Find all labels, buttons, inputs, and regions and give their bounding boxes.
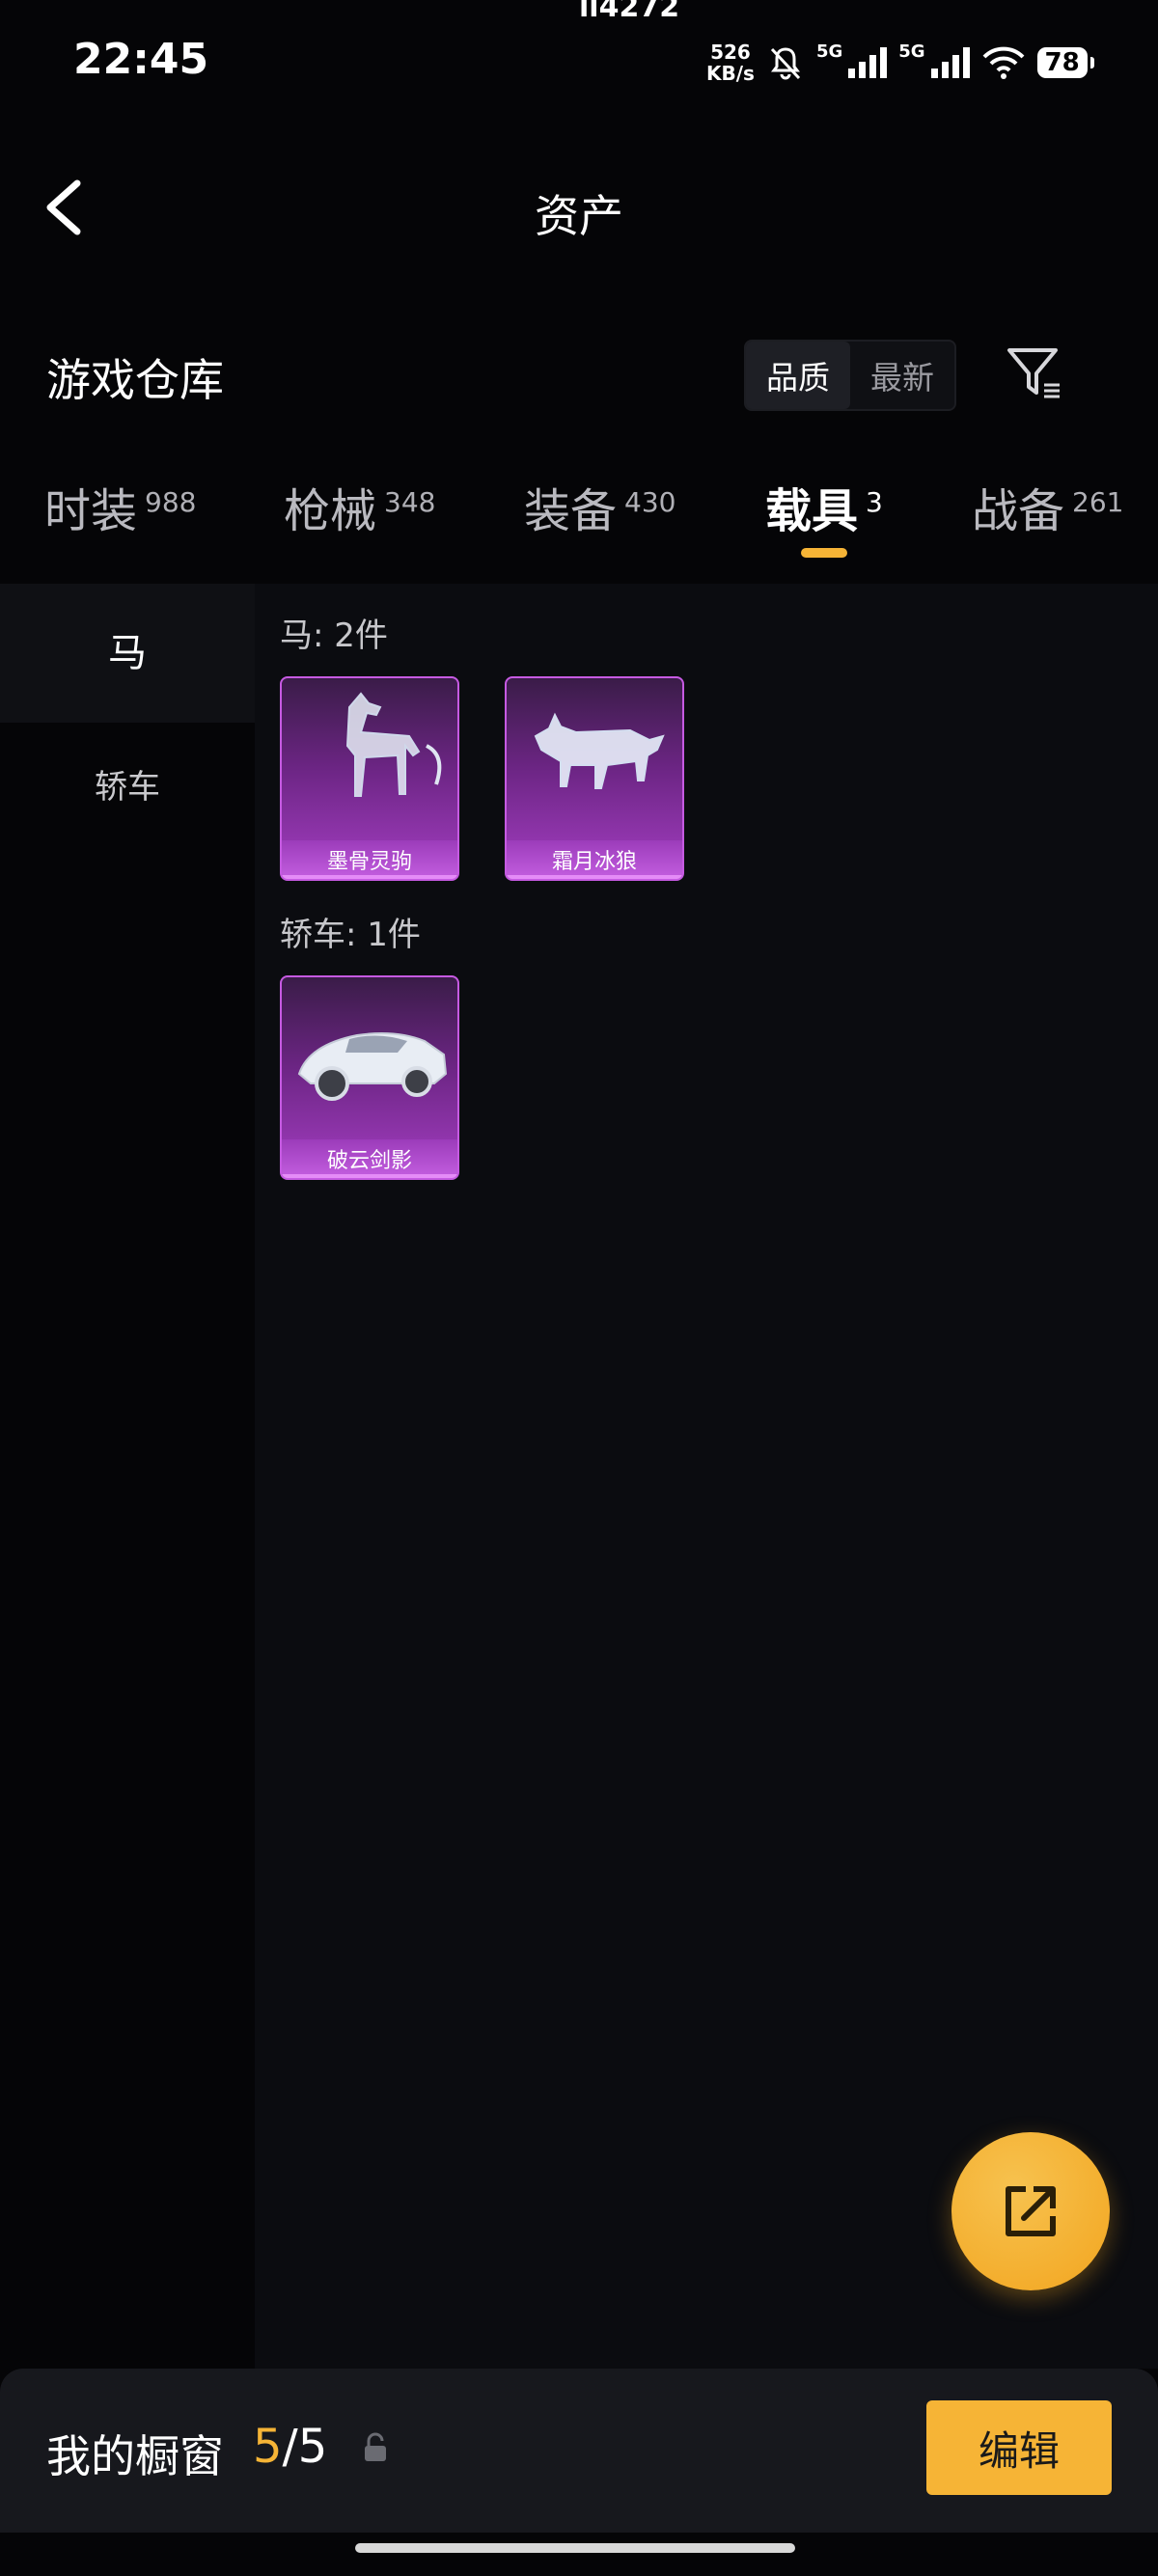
- item-grid: 马: 2件 墨骨灵驹 霜月冰狼 轿车: 1件 破云剑影: [255, 584, 1158, 2369]
- showcase-count: 5/5: [253, 2420, 327, 2474]
- sidebar-item-car[interactable]: 轿车: [0, 723, 255, 852]
- car-art: [297, 1032, 448, 1101]
- edit-button[interactable]: 编辑: [926, 2400, 1112, 2495]
- section-label-car: 轿车: 1件: [280, 916, 421, 954]
- filter-icon: [1007, 348, 1060, 398]
- network-label-2: 5G: [898, 41, 925, 62]
- tab-battle-gear[interactable]: 战备 261: [972, 473, 1123, 540]
- home-indicator: [355, 2543, 795, 2553]
- warehouse-title: 游戏仓库: [46, 354, 224, 406]
- tab-label: 战备: [972, 484, 1065, 538]
- speed-value: 526: [710, 41, 751, 64]
- item-card[interactable]: 破云剑影: [280, 975, 459, 1180]
- tab-guns[interactable]: 枪械 348: [284, 473, 435, 540]
- tab-label: 枪械: [284, 484, 377, 538]
- showcase-label: 我的橱窗: [46, 2430, 224, 2482]
- signal-icon-1: [848, 47, 888, 78]
- status-icons: 526 KB/s 5G 5G 78: [706, 39, 1094, 87]
- wolf-art: [534, 712, 665, 789]
- subcategory-sidebar: 马 轿车: [0, 584, 255, 2369]
- bell-muted-icon: [770, 47, 801, 80]
- status-carrier-text: ll4272: [579, 0, 680, 24]
- network-speed: 526 KB/s: [706, 41, 755, 84]
- category-tabs: 时装 988 枪械 348 装备 430 载具 3 战备 261: [0, 473, 1158, 560]
- sidebar-item-horse[interactable]: 马: [0, 584, 255, 723]
- item-card[interactable]: 霜月冰狼: [505, 676, 684, 881]
- sort-toggle: 品质 最新: [744, 340, 956, 411]
- tab-count: 430: [624, 486, 676, 518]
- tab-label: 装备: [524, 484, 618, 538]
- battery-icon: 78: [1036, 47, 1094, 78]
- wifi-icon: [982, 46, 1025, 79]
- item-name: 破云剑影: [282, 1139, 457, 1178]
- filter-button[interactable]: [1004, 343, 1065, 404]
- active-tab-indicator: [801, 548, 847, 558]
- showcase-separator: /: [282, 2420, 298, 2474]
- item-name: 墨骨灵驹: [282, 840, 457, 879]
- status-bar: ll4272 22:45 526 KB/s 5G 5G 78: [0, 0, 1158, 116]
- item-name: 霜月冰狼: [507, 840, 682, 879]
- share-icon: [1006, 2186, 1056, 2236]
- status-time: 22:45: [73, 35, 209, 84]
- tab-label: 时装: [44, 484, 138, 538]
- tab-vehicles[interactable]: 载具 3: [765, 473, 883, 540]
- showcase-current: 5: [253, 2420, 283, 2474]
- network-label-1: 5G: [815, 41, 843, 62]
- horse-art: [345, 692, 442, 797]
- item-card[interactable]: 墨骨灵驹: [280, 676, 459, 881]
- tab-equipment[interactable]: 装备 430: [524, 473, 676, 540]
- tab-count: 348: [384, 486, 436, 518]
- sort-quality-button[interactable]: 品质: [746, 342, 850, 409]
- tab-label: 载具: [765, 484, 859, 538]
- tab-count: 261: [1072, 486, 1124, 518]
- share-button[interactable]: [951, 2132, 1110, 2290]
- tab-count: 3: [866, 486, 883, 518]
- speed-unit: KB/s: [706, 62, 755, 85]
- showcase-total: 5: [297, 2420, 328, 2474]
- sort-newest-button[interactable]: 最新: [850, 342, 954, 409]
- lock-icon: [365, 2432, 386, 2461]
- tab-fashion[interactable]: 时装 988: [44, 473, 196, 540]
- section-label-horse: 马: 2件: [280, 617, 388, 655]
- page-title: 资产: [535, 190, 623, 242]
- signal-icon-2: [930, 47, 970, 78]
- tab-count: 988: [145, 486, 197, 518]
